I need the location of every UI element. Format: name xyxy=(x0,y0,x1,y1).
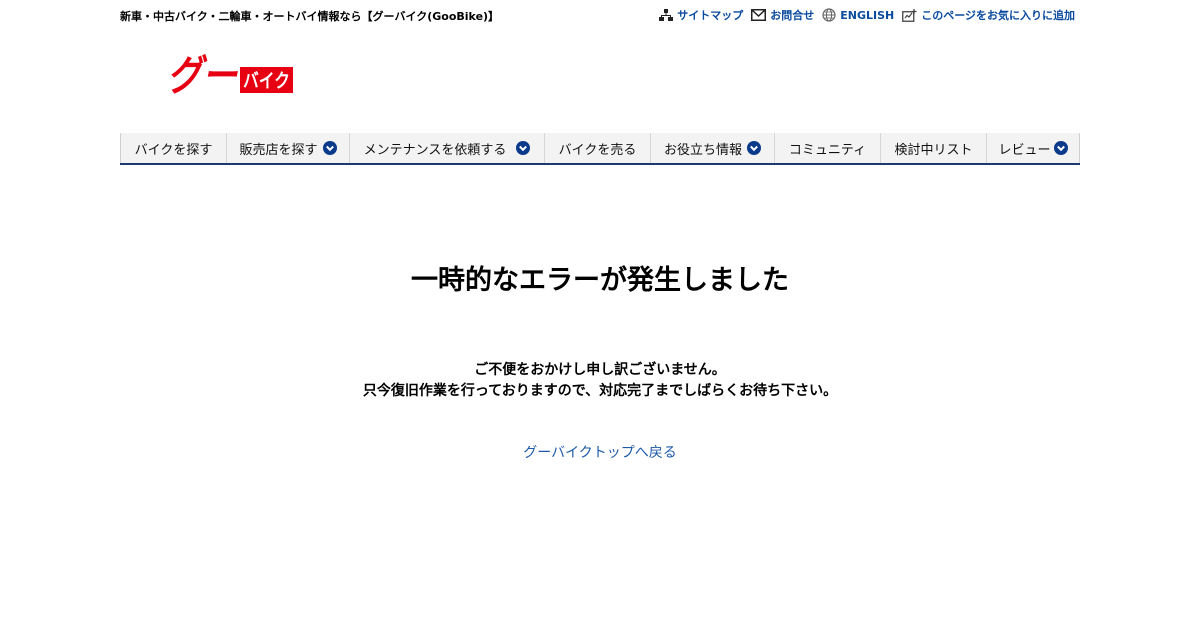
bookmark-add-icon xyxy=(902,8,917,22)
english-link-label: ENGLISH xyxy=(840,8,895,22)
sitemap-link[interactable]: サイトマップ xyxy=(659,7,743,23)
nav-item-review[interactable]: レビュー xyxy=(986,133,1080,163)
logo-main-text: グー xyxy=(167,52,239,94)
nav-item-label: お役立ち情報 xyxy=(663,142,742,158)
nav-item-useful-info[interactable]: お役立ち情報 xyxy=(650,133,774,163)
error-message-line: ご不便をおかけし申し訳ございません。 xyxy=(474,362,726,378)
contact-link[interactable]: お問合せ xyxy=(751,7,814,23)
back-to-top-container: グーバイクトップへ戻る xyxy=(0,442,1200,462)
mail-icon xyxy=(751,9,767,21)
site-tagline: 新車・中古バイク・二輪車・オートバイ情報なら【グーバイク(GooBike)】 xyxy=(120,10,500,23)
contact-link-label: お問合せ xyxy=(770,9,815,22)
nav-item-label: バイクを売る xyxy=(558,142,637,158)
nav-item-watch-list[interactable]: 検討中リスト xyxy=(880,133,986,163)
error-title: 一時的なエラーが発生しました xyxy=(411,265,789,296)
nav-item-label: メンテナンスを依頼する xyxy=(363,142,507,158)
chevron-down-icon xyxy=(516,141,531,155)
nav-item-search-shop[interactable]: 販売店を探す xyxy=(226,133,349,163)
chevron-down-icon xyxy=(747,141,761,155)
nav-item-label: 販売店を探す xyxy=(239,142,318,158)
nav-item-label: 検討中リスト xyxy=(894,142,973,158)
chevron-down-icon xyxy=(1053,141,1068,155)
globe-icon xyxy=(822,8,836,22)
add-favorite-link[interactable]: このページをお気に入りに追加 xyxy=(902,7,1075,23)
nav-item-sell-bike[interactable]: バイクを売る xyxy=(544,133,650,163)
nav-item-search-bike[interactable]: バイクを探す xyxy=(120,133,226,163)
chevron-down-icon xyxy=(322,141,337,155)
nav-item-label: コミュニティ xyxy=(788,142,867,158)
nav-item-maintenance[interactable]: メンテナンスを依頼する xyxy=(349,133,544,163)
logo-sub-text: バイク xyxy=(243,70,290,92)
goobike-logo[interactable]: グー バイク xyxy=(167,51,293,100)
nav-item-label: バイクを探す xyxy=(134,142,213,158)
top-bar: 新車・中古バイク・二輪車・オートバイ情報なら【グーバイク(GooBike)】 サ… xyxy=(120,0,1080,30)
goobike-logo-graphic: グー バイク xyxy=(167,51,293,100)
sitemap-icon xyxy=(659,9,674,21)
english-link[interactable]: ENGLISH xyxy=(822,8,894,22)
add-favorite-link-label: このページをお気に入りに追加 xyxy=(921,9,1075,22)
nav-item-label: レビュー xyxy=(998,142,1051,158)
error-message: ご不便をおかけし申し訳ございません。 只今復旧作業を行っておりますので、対応完了… xyxy=(0,360,1200,402)
nav-item-community[interactable]: コミュニティ xyxy=(774,133,880,163)
error-message-line: 只今復旧作業を行っておりますので、対応完了までしばらくお待ち下さい。 xyxy=(362,383,838,399)
global-nav: バイクを探す 販売店を探す メンテナンスを依頼する バイクを売る お役立ち情報 … xyxy=(120,133,1080,165)
back-to-top-link[interactable]: グーバイクトップへ戻る xyxy=(523,445,677,461)
sitemap-link-label: サイトマップ xyxy=(677,9,744,22)
utility-links: サイトマップ お問合せ ENGLISH このページをお気に入りに追加 xyxy=(651,7,1075,23)
